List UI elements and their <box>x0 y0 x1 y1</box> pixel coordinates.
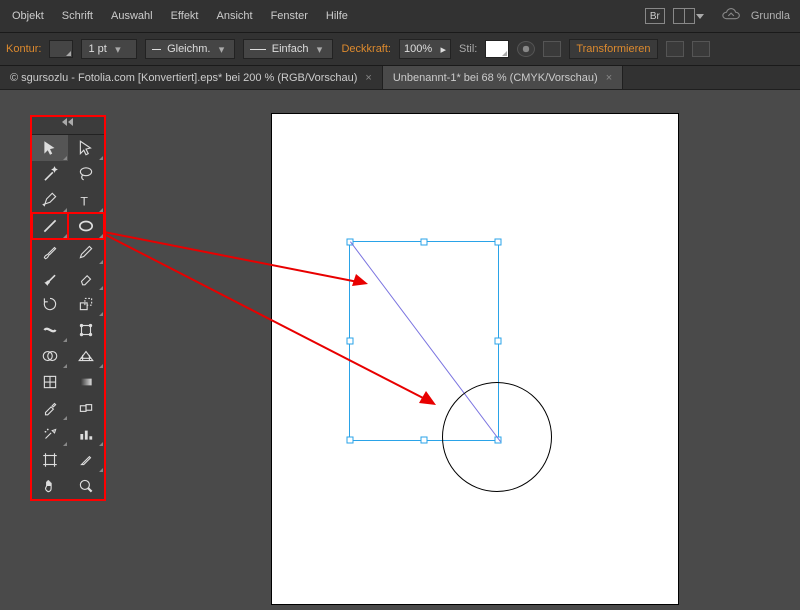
doc-setup-icon[interactable] <box>543 41 561 57</box>
recolor-icon[interactable] <box>517 41 535 57</box>
stroke-color-swatch[interactable] <box>49 40 73 58</box>
brush-def-value: Einfach <box>272 43 309 55</box>
line-segment-tool[interactable] <box>32 213 68 239</box>
menu-effekt[interactable]: Effekt <box>163 6 207 26</box>
blob-brush-tool[interactable] <box>32 265 68 291</box>
bridge-icon[interactable]: Br <box>645 8 665 24</box>
menu-hilfe[interactable]: Hilfe <box>318 6 356 26</box>
document-tab-0-label: © sgursozlu - Fotolia.com [Konvertiert].… <box>10 72 357 84</box>
ellipse-tool[interactable] <box>68 213 104 239</box>
opacity-label[interactable]: Deckkraft: <box>341 43 391 55</box>
stroke-profile-dropdown[interactable]: Gleichm.▾ <box>145 39 235 59</box>
document-tab-0[interactable]: © sgursozlu - Fotolia.com [Konvertiert].… <box>0 66 383 89</box>
workspace-label[interactable]: Grundla <box>751 10 790 22</box>
blend-tool[interactable] <box>68 395 104 421</box>
tools-collapse-icon[interactable] <box>32 117 104 127</box>
stroke-label[interactable]: Kontur: <box>6 43 41 55</box>
selection-tool[interactable] <box>32 135 68 161</box>
stroke-profile-value: Gleichm. <box>167 43 210 55</box>
shape-builder-tool[interactable] <box>32 343 68 369</box>
tools-highlight: T <box>30 115 106 501</box>
artboard-tool[interactable] <box>32 447 68 473</box>
type-tool[interactable]: T <box>68 187 104 213</box>
isolate-icon[interactable] <box>666 41 684 57</box>
perspective-grid-tool[interactable] <box>68 343 104 369</box>
opacity-value: 100% <box>404 43 432 55</box>
direct-selection-tool[interactable] <box>68 135 104 161</box>
stroke-weight-dropdown[interactable]: 1 pt▾ <box>81 39 137 59</box>
scale-tool[interactable] <box>68 291 104 317</box>
sync-icon[interactable] <box>721 7 743 26</box>
pen-tool[interactable] <box>32 187 68 213</box>
menu-ansicht[interactable]: Ansicht <box>209 6 261 26</box>
eyedropper-tool[interactable] <box>32 395 68 421</box>
menu-fenster[interactable]: Fenster <box>263 6 316 26</box>
eraser-tool[interactable] <box>68 265 104 291</box>
menu-auswahl[interactable]: Auswahl <box>103 6 161 26</box>
canvas-area[interactable] <box>0 90 800 600</box>
gradient-tool[interactable] <box>68 369 104 395</box>
ellipse-shape[interactable] <box>442 382 552 492</box>
column-graph-tool[interactable] <box>68 421 104 447</box>
align-icon[interactable] <box>692 41 710 57</box>
symbol-sprayer-tool[interactable] <box>32 421 68 447</box>
close-tab-0-icon[interactable]: × <box>365 72 371 84</box>
opacity-field[interactable]: 100%▸ <box>399 39 451 59</box>
document-tab-1[interactable]: Unbenannt-1* bei 68 % (CMYK/Vorschau) × <box>383 66 623 89</box>
tools-panel: T <box>32 117 104 499</box>
document-tabstrip: © sgursozlu - Fotolia.com [Konvertiert].… <box>0 66 800 90</box>
control-bar: Kontur: 1 pt▾ Gleichm.▾ Einfach▾ Deckkra… <box>0 32 800 66</box>
hand-tool[interactable] <box>32 473 68 499</box>
rotate-tool[interactable] <box>32 291 68 317</box>
brush-def-dropdown[interactable]: Einfach▾ <box>243 39 333 59</box>
magic-wand-tool[interactable] <box>32 161 68 187</box>
slice-tool[interactable] <box>68 447 104 473</box>
tools-grip[interactable] <box>32 127 104 135</box>
artboard[interactable] <box>272 114 678 604</box>
paintbrush-tool[interactable] <box>32 239 68 265</box>
lasso-tool[interactable] <box>68 161 104 187</box>
mesh-tool[interactable] <box>32 369 68 395</box>
menu-bar: Objekt Schrift Auswahl Effekt Ansicht Fe… <box>0 0 800 32</box>
style-label: Stil: <box>459 43 477 55</box>
arrange-documents-icon[interactable] <box>673 8 695 24</box>
close-tab-1-icon[interactable]: × <box>606 72 612 84</box>
transform-button[interactable]: Transformieren <box>569 39 657 59</box>
menu-schrift[interactable]: Schrift <box>54 6 101 26</box>
menu-objekt[interactable]: Objekt <box>4 6 52 26</box>
document-tab-1-label: Unbenannt-1* bei 68 % (CMYK/Vorschau) <box>393 72 598 84</box>
stroke-weight-value: 1 pt <box>88 43 106 55</box>
svg-text:T: T <box>80 195 88 209</box>
graphic-style-swatch[interactable] <box>485 40 509 58</box>
pencil-tool[interactable] <box>68 239 104 265</box>
width-tool[interactable] <box>32 317 68 343</box>
free-transform-tool[interactable] <box>68 317 104 343</box>
zoom-tool[interactable] <box>68 473 104 499</box>
